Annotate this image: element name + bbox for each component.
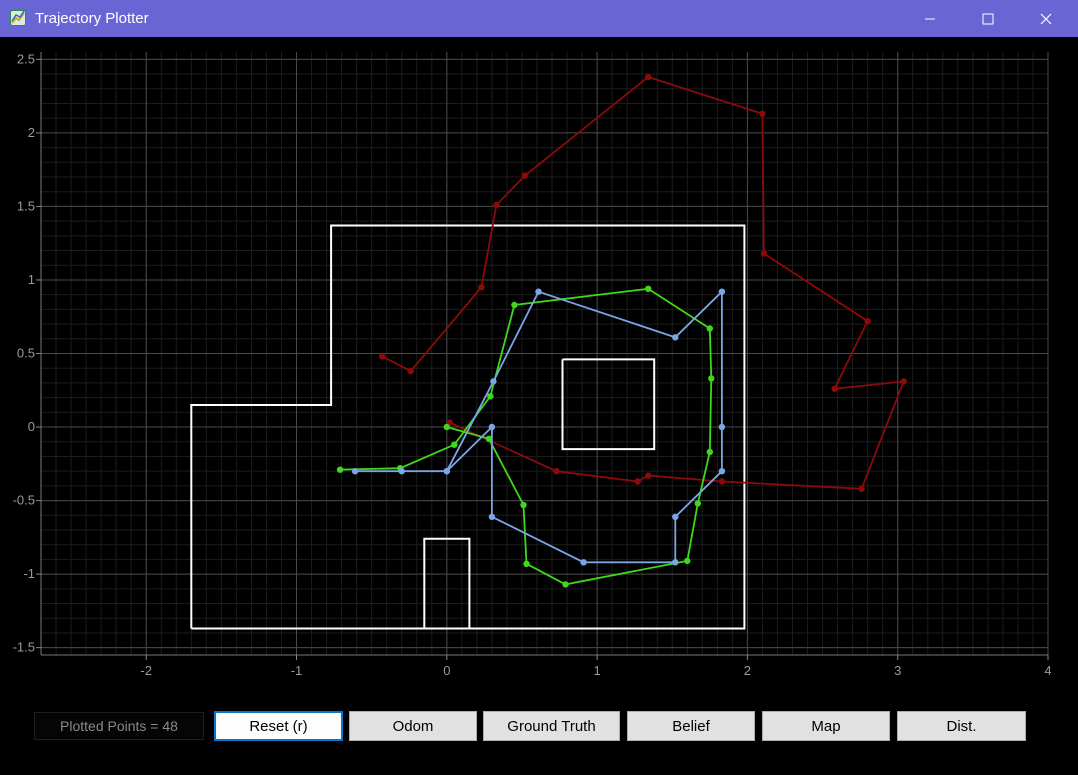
series-point [443, 423, 450, 431]
odom-button[interactable]: Odom [349, 711, 477, 741]
series-point [759, 110, 766, 118]
series-point [760, 250, 768, 257]
series-point [523, 560, 530, 567]
minimize-icon [925, 18, 935, 19]
y-tick-label: -1.5 [13, 640, 35, 655]
series-point [831, 385, 838, 392]
series-point [407, 367, 414, 375]
maximize-button[interactable] [959, 0, 1017, 37]
series-point [718, 468, 726, 475]
trajectory-plot[interactable]: -2 -1 0 1 2 3 4 2.5 2 1.5 1 0.5 0 -0.5 -1 -1.5 [0, 37, 1078, 697]
x-tick-label: 1 [593, 663, 600, 678]
app-icon [10, 10, 26, 26]
series-point [864, 317, 871, 325]
maximize-icon [982, 13, 994, 24]
close-button[interactable] [1017, 0, 1075, 37]
series-layer [336, 73, 907, 588]
series-point [684, 557, 691, 565]
series-point [478, 284, 485, 291]
series-point [645, 285, 652, 292]
series-point [645, 73, 652, 81]
series-point [645, 472, 652, 479]
series-point [379, 353, 386, 360]
y-tick-label: -1 [23, 566, 35, 581]
series-point [511, 301, 518, 309]
dist-button[interactable]: Dist. [897, 711, 1026, 741]
series-point [634, 478, 641, 485]
series-point [493, 201, 500, 209]
plot-frame [36, 52, 1049, 660]
x-tick-label: 0 [443, 663, 450, 678]
y-tick-label: 2 [28, 125, 35, 140]
y-tick-label: 0 [28, 419, 35, 434]
series-point [553, 468, 560, 475]
belief-button[interactable]: Belief [627, 711, 755, 741]
series-point [672, 334, 679, 341]
series-point [535, 288, 542, 295]
series-point [488, 513, 496, 520]
map-wall [561, 358, 656, 451]
y-tick-label: -0.5 [13, 493, 35, 508]
series-line [340, 287, 713, 586]
plot-area[interactable]: -2 -1 0 1 2 3 4 2.5 2 1.5 1 0.5 0 -0.5 -1 -1.5 [0, 37, 1078, 697]
series-point [336, 466, 344, 473]
y-tick-label: 2.5 [17, 51, 35, 66]
x-tick-label: 3 [894, 663, 901, 678]
series-point [520, 501, 527, 509]
title-bar: Trajectory Plotter [0, 0, 1078, 37]
series-point [900, 378, 907, 385]
series-point [580, 559, 587, 566]
series-point [708, 375, 715, 382]
ground-truth-button[interactable]: Ground Truth [483, 711, 620, 741]
series-point [488, 423, 496, 431]
close-icon [1040, 13, 1052, 24]
series-point [718, 288, 726, 295]
map-button[interactable]: Map [762, 711, 890, 741]
series-point [858, 485, 865, 492]
series-point [672, 559, 679, 566]
series-point [672, 513, 679, 520]
series-point [718, 423, 726, 431]
series-point [521, 172, 529, 179]
y-tick-label: 1 [28, 272, 35, 287]
series-point [443, 468, 450, 475]
x-tick-label: -2 [140, 663, 152, 678]
x-tick-label: -1 [291, 663, 303, 678]
series-point [706, 448, 713, 456]
minimize-button[interactable] [901, 0, 959, 37]
series-point [694, 500, 701, 507]
series-point [398, 468, 405, 475]
series-point [451, 441, 458, 448]
series-point [351, 468, 359, 475]
x-tick-label: 2 [744, 663, 751, 678]
tick-labels: -2 -1 0 1 2 3 4 2.5 2 1.5 1 0.5 0 -0.5 -1 -1.5 [13, 51, 1052, 678]
series-point [487, 393, 494, 400]
window-title: Trajectory Plotter [35, 10, 149, 27]
series-point [490, 378, 497, 385]
plotted-points-counter: Plotted Points = 48 [34, 712, 204, 740]
series-point [706, 325, 713, 332]
reset-button[interactable]: Reset (r) [214, 711, 343, 741]
series-point [562, 581, 569, 588]
x-tick-label: 4 [1044, 663, 1051, 678]
series-point [718, 478, 726, 485]
y-tick-label: 0.5 [17, 346, 35, 361]
y-tick-label: 1.5 [17, 198, 35, 213]
